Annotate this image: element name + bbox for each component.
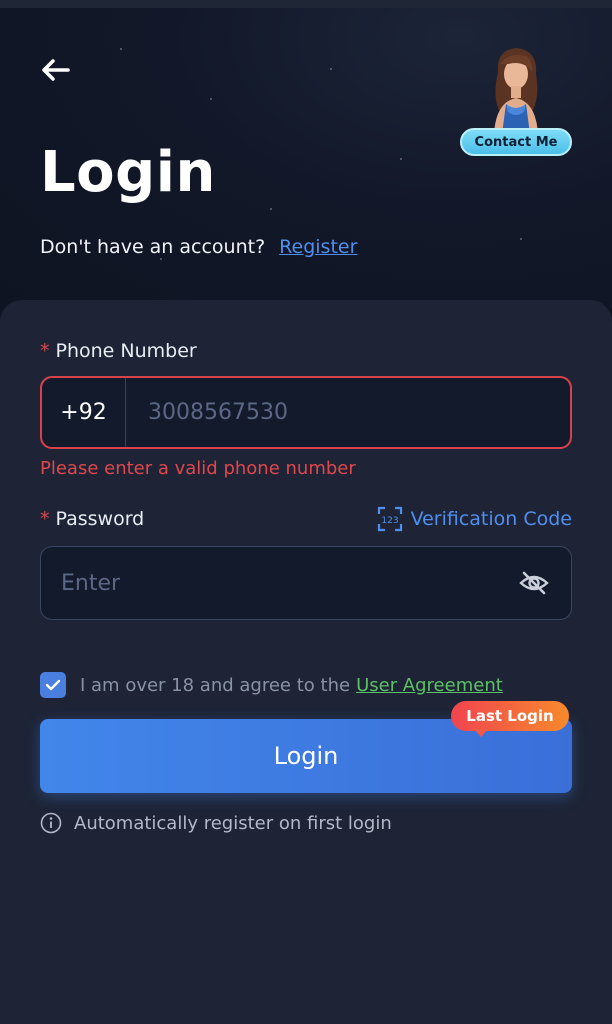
star-dot <box>400 158 402 160</box>
required-mark: * <box>40 508 50 530</box>
auto-register-text: Automatically register on first login <box>74 812 392 834</box>
contact-me-button[interactable]: Contact Me <box>460 128 572 156</box>
phone-input[interactable] <box>126 378 570 447</box>
password-label-text: Password <box>55 508 145 530</box>
eye-off-icon <box>519 571 549 595</box>
auto-register-note: Automatically register on first login <box>40 812 392 834</box>
last-login-badge: Last Login <box>451 701 569 731</box>
star-dot <box>270 208 272 210</box>
password-input[interactable] <box>61 547 517 619</box>
page-title: Login <box>40 140 216 205</box>
star-dot <box>330 68 332 70</box>
country-code-selector[interactable]: +92 <box>42 378 126 447</box>
contact-widget: Contact Me <box>460 42 572 160</box>
checkmark-icon <box>45 679 61 691</box>
star-dot <box>120 48 122 50</box>
agreement-checkbox[interactable] <box>40 672 66 698</box>
last-login-badge-tail <box>474 729 488 737</box>
register-prompt-text: Don't have an account? <box>40 236 266 258</box>
user-agreement-link[interactable]: User Agreement <box>356 675 503 696</box>
star-dot <box>210 98 212 100</box>
required-mark: * <box>40 340 50 362</box>
agreement-text: I am over 18 and agree to the <box>80 674 351 696</box>
top-strip <box>0 0 612 8</box>
phone-label: * Phone Number <box>40 340 197 362</box>
verification-code-icon-text: 123 <box>381 516 398 526</box>
arrow-left-icon <box>42 59 70 81</box>
password-label: * Password <box>40 508 144 530</box>
back-button[interactable] <box>40 50 80 90</box>
info-icon <box>40 812 62 834</box>
phone-label-text: Phone Number <box>55 340 197 362</box>
star-dot <box>520 238 522 240</box>
register-prompt-row: Don't have an account? Register <box>40 236 357 258</box>
star-dot <box>160 258 162 260</box>
verification-code-icon: 123 <box>377 506 402 532</box>
agreement-row: I am over 18 and agree to the User Agree… <box>40 672 503 698</box>
register-link[interactable]: Register <box>279 236 357 258</box>
phone-field: +92 <box>40 376 572 449</box>
avatar <box>478 42 554 134</box>
phone-error-message: Please enter a valid phone number <box>40 458 356 479</box>
password-visibility-toggle[interactable] <box>517 566 551 600</box>
password-field <box>40 546 572 620</box>
verification-code-label[interactable]: Verification Code <box>411 508 572 530</box>
verification-code-link[interactable]: 123 Verification Code <box>377 506 572 532</box>
